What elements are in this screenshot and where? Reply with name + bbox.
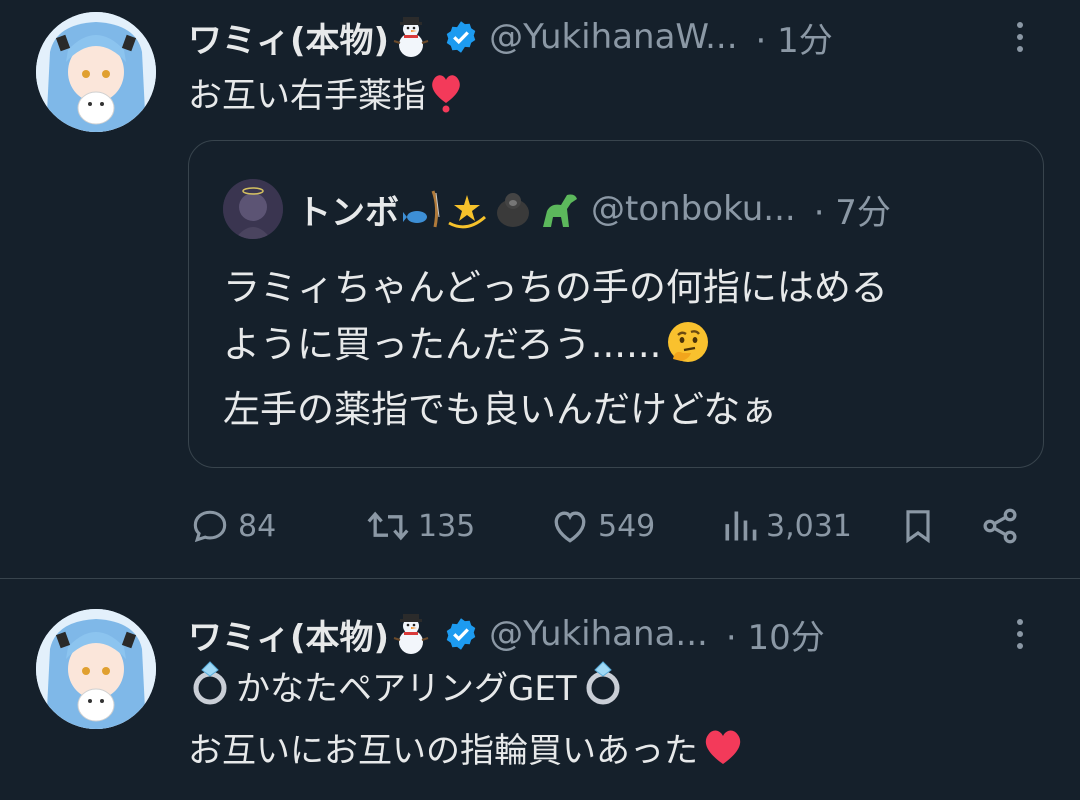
tweet-text-line: お互いにお互いの指輪買いあった <box>188 723 746 785</box>
snowman-emoji <box>391 15 431 59</box>
repost-count: 135 <box>418 508 476 544</box>
heart-emoji <box>428 69 464 130</box>
snowman-emoji <box>391 612 431 656</box>
tweet-1[interactable]: ワミィ(本物) @YukihanaW... · 1分 お互い右手薬指 トンボ @… <box>0 0 1080 579</box>
tweet-header: ワミィ(本物) @Yukihana... · 10分 <box>188 609 825 659</box>
heart-emoji <box>700 724 746 785</box>
verified-icon <box>443 616 479 652</box>
verified-icon <box>443 19 479 55</box>
dizzy-emoji <box>448 195 486 229</box>
tweet-header: ワミィ(本物) @YukihanaW... · 1分 <box>188 12 833 62</box>
quote-text-line: ように買ったんだろう...... <box>223 316 888 381</box>
repost-button[interactable]: 135 <box>364 496 475 556</box>
tweet-text-line: かなたペアリングGET <box>188 660 746 723</box>
quote-author-handle[interactable]: @tonboku... <box>591 189 796 229</box>
quote-tweet[interactable]: トンボ @tonboku... · 7分 ラミィちゃんどっちの手の何指にはめる … <box>188 140 1044 468</box>
quote-text-line-content: ように買ったんだろう...... <box>223 323 662 366</box>
like-icon <box>554 511 586 543</box>
quote-timestamp[interactable]: · 7分 <box>814 185 891 234</box>
like-button[interactable]: 549 <box>548 496 655 556</box>
author-handle[interactable]: @YukihanaW... <box>489 17 737 57</box>
quote-author-name[interactable]: トンボ <box>297 185 399 234</box>
thinking-emoji <box>665 319 711 381</box>
share-icon <box>983 508 1017 544</box>
tweet-text-line: お互い右手薬指 <box>188 76 426 116</box>
views-icon <box>725 511 757 541</box>
quote-text-line: ラミィちゃんどっちの手の何指にはめる <box>223 266 888 309</box>
quote-avatar[interactable] <box>223 179 283 239</box>
avatar[interactable] <box>36 609 156 729</box>
quote-text-line: 左手の薬指でも良いんだけどなぁ <box>223 388 778 431</box>
tweet-text: お互い右手薬指 <box>188 68 464 130</box>
repost-icon <box>367 511 409 541</box>
share-button[interactable] <box>978 496 1022 556</box>
action-bar: 84 135 549 3,031 <box>188 496 1044 556</box>
ring-emoji <box>188 660 232 723</box>
tweet-text-line-content: かなたペアリングGET <box>236 669 577 709</box>
quote-header: トンボ @tonboku... · 7分 <box>223 179 891 239</box>
timestamp[interactable]: · 1分 <box>756 13 833 62</box>
author-handle[interactable]: @Yukihana... <box>489 614 708 654</box>
author-name[interactable]: ワミィ(本物) <box>188 610 389 659</box>
views-button[interactable]: 3,031 <box>720 496 852 556</box>
like-count: 549 <box>598 508 656 544</box>
gorilla-emoji <box>497 193 529 227</box>
tweet-2-text: かなたペアリングGET お互いにお互いの指輪買いあった <box>188 660 746 785</box>
quote-text: ラミィちゃんどっちの手の何指にはめる ように買ったんだろう...... 左手の薬… <box>223 259 888 438</box>
avatar[interactable] <box>36 12 156 132</box>
reply-button[interactable]: 84 <box>188 496 276 556</box>
reply-count: 84 <box>238 508 277 544</box>
reply-icon <box>193 510 227 543</box>
ring-emoji <box>581 660 625 723</box>
tweet-text-line-content: お互いにお互いの指輪買いあった <box>188 731 698 771</box>
quote-name-emojis <box>403 187 581 231</box>
fishing-emoji <box>403 190 440 228</box>
timestamp[interactable]: · 10分 <box>726 610 825 659</box>
more-icon[interactable] <box>1008 12 1032 62</box>
author-name[interactable]: ワミィ(本物) <box>188 13 389 62</box>
bookmark-icon <box>906 510 930 544</box>
more-icon[interactable] <box>1008 609 1032 659</box>
bookmark-button[interactable] <box>898 496 938 556</box>
dinosaur-emoji <box>543 194 577 227</box>
views-count: 3,031 <box>766 508 852 544</box>
